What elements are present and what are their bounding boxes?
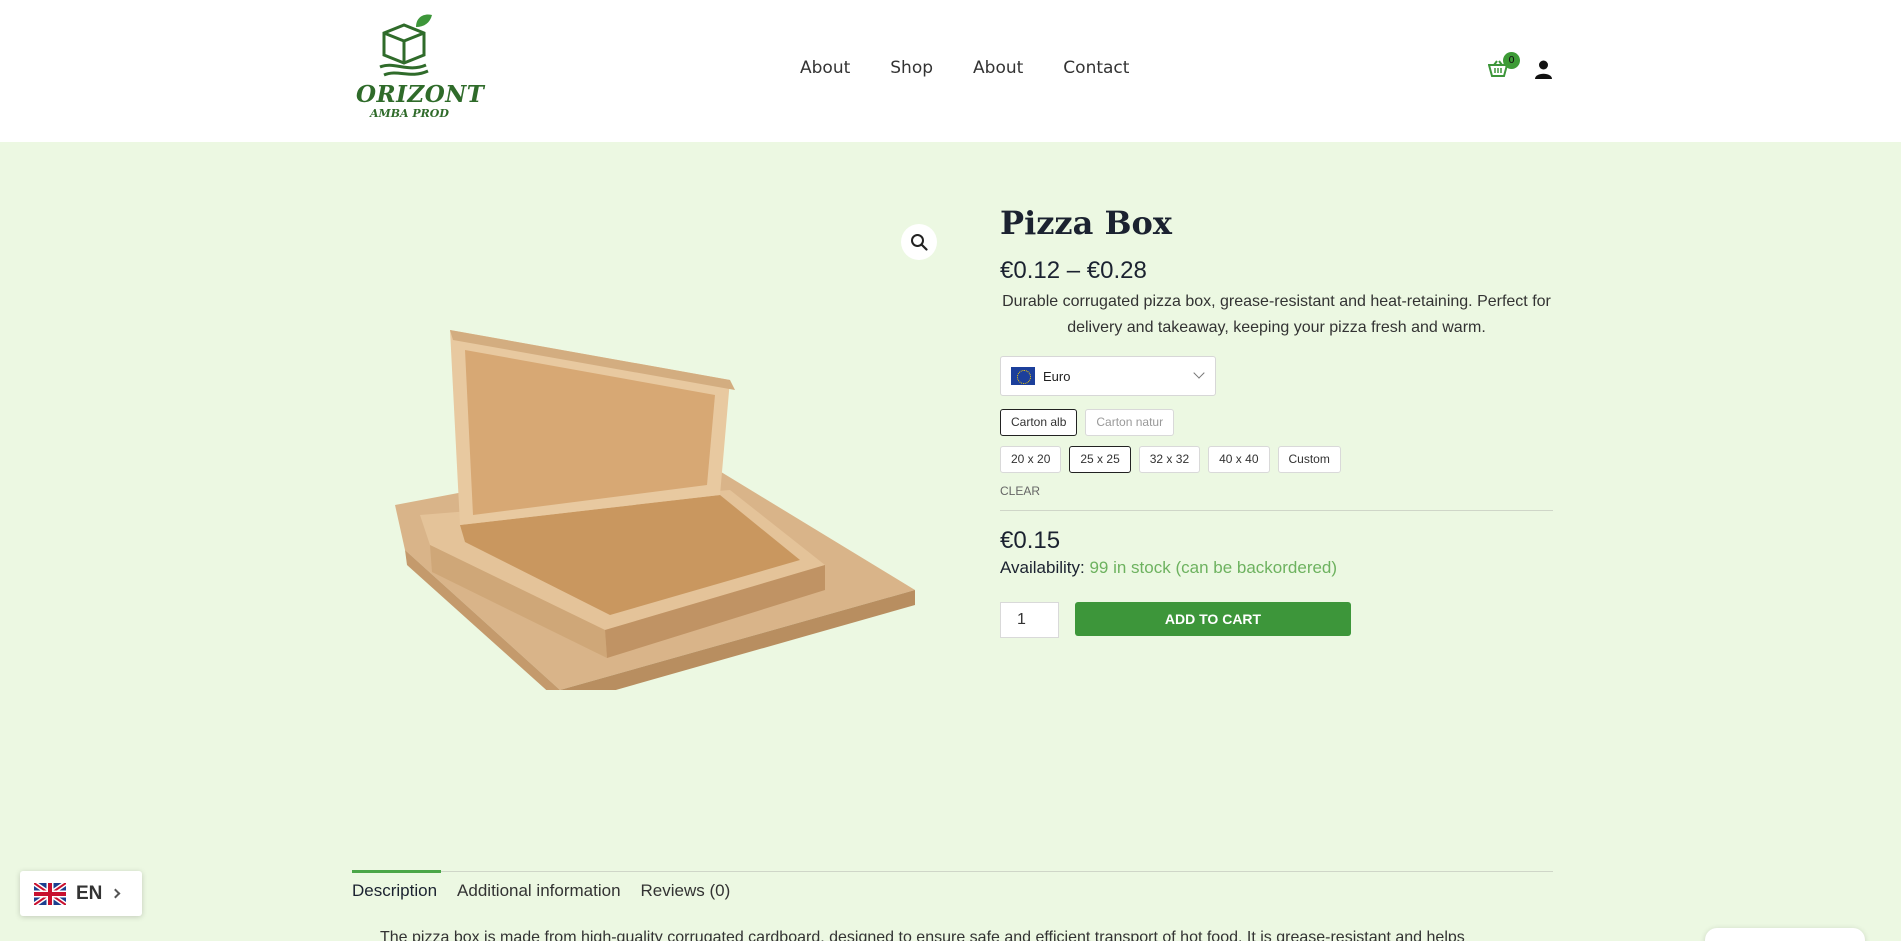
user-account-icon[interactable]: [1534, 60, 1553, 79]
swatch-carton-natur[interactable]: Carton natur: [1085, 409, 1175, 436]
magnifier-icon: [911, 234, 928, 251]
cart-count-badge: 0: [1503, 52, 1520, 69]
site-header: ORIZONT AMBA PROD About Shop About Conta…: [0, 0, 1901, 142]
swatch-40x40[interactable]: 40 x 40: [1208, 446, 1270, 473]
tab-additional-information[interactable]: Additional information: [457, 881, 620, 901]
nav-shop[interactable]: Shop: [890, 58, 933, 78]
box-leaf-logo-icon: [379, 14, 432, 77]
chevron-down-icon: [1193, 367, 1205, 379]
product-tabs: Description Additional information Revie…: [352, 881, 730, 901]
quantity-input[interactable]: 1: [1000, 602, 1059, 638]
divider: [1000, 510, 1553, 511]
nav-contact[interactable]: Contact: [1063, 58, 1129, 78]
size-swatches: 20 x 20 25 x 25 32 x 32 40 x 40 Custom: [1000, 446, 1341, 473]
language-code: EN: [76, 882, 103, 904]
swatch-custom[interactable]: Custom: [1277, 446, 1341, 473]
swatch-carton-alb[interactable]: Carton alb: [1000, 409, 1078, 436]
tab-description[interactable]: Description: [352, 881, 437, 901]
logo-sub-text: AMBA PROD: [370, 107, 449, 120]
product-image[interactable]: [385, 310, 915, 705]
price-range: €0.12 – €0.28: [1000, 257, 1147, 284]
logo-brand-text: ORIZONT: [356, 81, 485, 108]
tab-reviews[interactable]: Reviews (0): [641, 881, 731, 901]
availability: Availability: 99 in stock (can be backor…: [1000, 558, 1337, 578]
uk-flag-icon: [34, 882, 66, 905]
availability-value: 99 in stock (can be backordered): [1089, 558, 1338, 577]
currency-label: Euro: [1043, 368, 1071, 384]
nav-about-2[interactable]: About: [973, 58, 1023, 78]
material-swatches: Carton alb Carton natur: [1000, 409, 1175, 436]
add-to-cart-button[interactable]: ADD TO CART: [1075, 602, 1351, 636]
short-description: Durable corrugated pizza box, grease-res…: [1002, 293, 1551, 336]
zoom-button[interactable]: [901, 224, 937, 260]
active-tab-indicator: [352, 870, 441, 873]
tabs-divider: [352, 871, 1553, 872]
currency-select[interactable]: Euro: [1000, 356, 1216, 396]
nav-about[interactable]: About: [800, 58, 850, 78]
description-text: The pizza box is made from high-quality …: [380, 929, 1465, 941]
variation-price: €0.15: [1000, 527, 1061, 554]
eu-flag-icon: [1011, 367, 1035, 385]
availability-label: Availability:: [1000, 558, 1085, 577]
swatch-20x20[interactable]: 20 x 20: [1000, 446, 1062, 473]
swatch-25x25[interactable]: 25 x 25: [1069, 446, 1131, 473]
main-nav: About Shop About Contact: [800, 58, 1129, 78]
site-logo[interactable]: ORIZONT AMBA PROD: [352, 13, 484, 123]
chevron-right-icon: [110, 888, 121, 899]
swatch-32x32[interactable]: 32 x 32: [1138, 446, 1201, 473]
product-title: Pizza Box: [1000, 204, 1172, 242]
pizza-box-image: [395, 330, 915, 705]
language-switcher[interactable]: EN: [20, 871, 142, 916]
chat-widget[interactable]: [1705, 928, 1865, 941]
clear-selection-link[interactable]: CLEAR: [1000, 484, 1040, 498]
